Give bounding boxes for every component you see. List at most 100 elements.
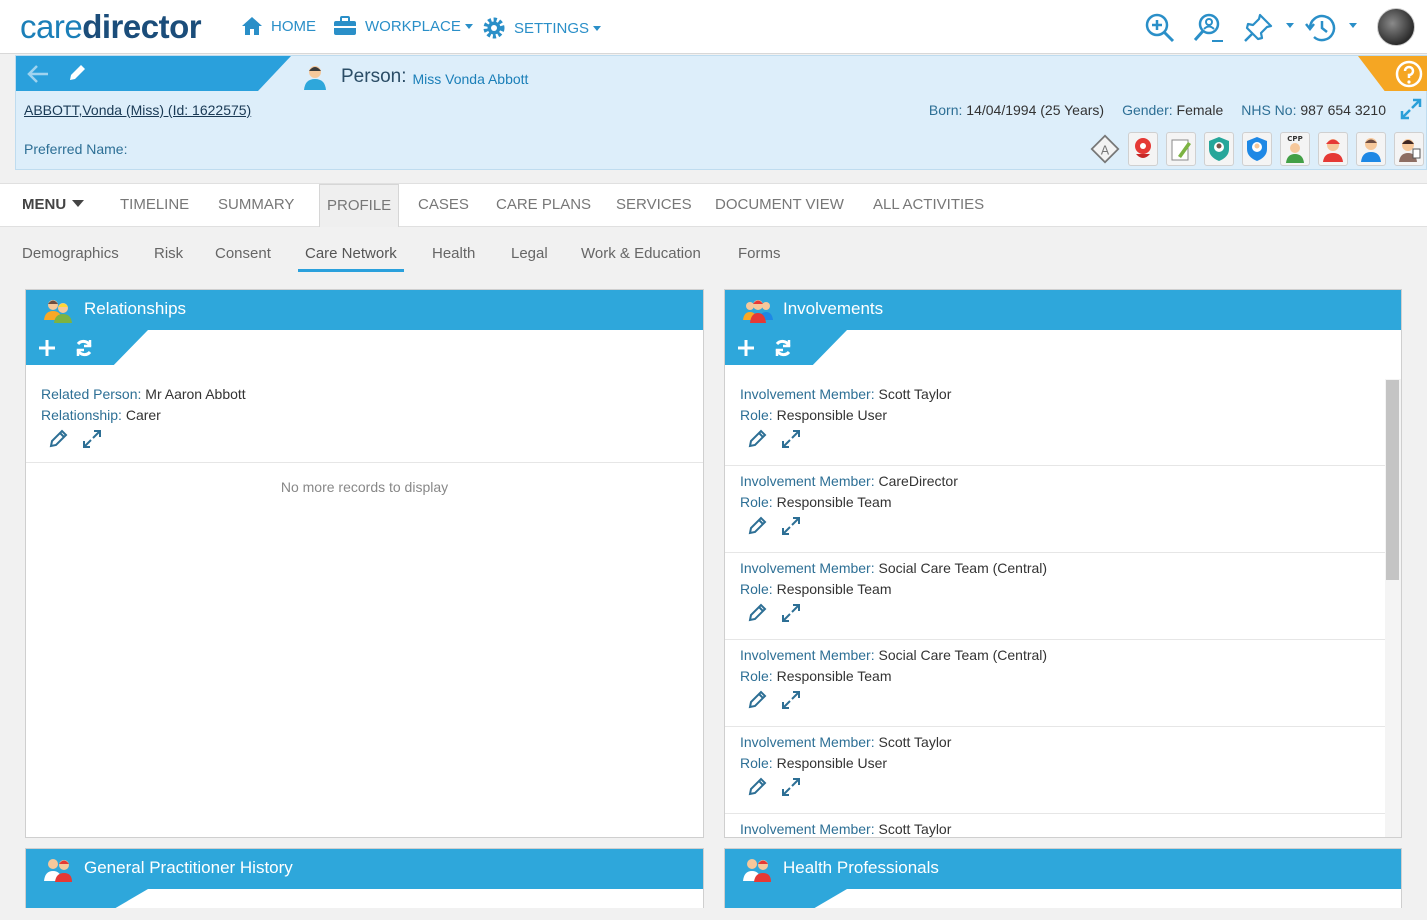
back-arrow-icon[interactable] — [27, 64, 49, 84]
gear-icon — [483, 17, 505, 39]
nav-workplace[interactable]: WORKPLACE — [333, 16, 473, 36]
expand-icon[interactable] — [781, 603, 801, 623]
tab-cases[interactable]: CASES — [418, 184, 469, 227]
tab-summary[interactable]: SUMMARY — [218, 184, 294, 227]
carer-icon[interactable] — [1356, 132, 1386, 166]
health-professionals-icon — [743, 859, 771, 882]
relationships-icon — [44, 300, 72, 323]
nav-settings[interactable]: SETTINGS — [482, 16, 602, 40]
involvement-member-value: Social Care Team (Central) — [878, 560, 1048, 576]
role-label: Role: — [740, 755, 773, 771]
menu-dropdown[interactable]: MENU — [22, 184, 85, 227]
add-icon[interactable] — [736, 338, 756, 358]
edit-pencil-icon[interactable] — [48, 429, 68, 449]
expand-icon[interactable] — [781, 690, 801, 710]
health-professionals-title: Health Professionals — [783, 858, 939, 877]
gp-history-title: General Practitioner History — [84, 858, 293, 877]
edit-pencil-icon[interactable] — [747, 603, 767, 623]
expand-icon[interactable] — [781, 429, 801, 449]
recent-history-icon[interactable] — [1304, 12, 1338, 44]
user-avatar[interactable] — [1377, 8, 1415, 46]
subtab-risk[interactable]: Risk — [154, 245, 183, 262]
allergy-alert-icon[interactable]: A — [1090, 132, 1120, 166]
alert-pin-icon[interactable] — [1128, 132, 1158, 166]
relationships-title: Relationships — [84, 299, 187, 318]
person-title-label: Person: — [341, 66, 407, 87]
tab-care-plans[interactable]: CARE PLANS — [496, 184, 591, 227]
relationship-value: Carer — [125, 407, 161, 423]
preferred-name-label: Preferred Name: — [24, 141, 128, 157]
expand-header-icon[interactable] — [1400, 98, 1422, 120]
pin-icon[interactable] — [1242, 12, 1274, 44]
subtab-demographics[interactable]: Demographics — [22, 245, 119, 262]
role-value: Responsible Team — [776, 581, 892, 597]
gender-label: Gender: — [1122, 102, 1173, 118]
subtab-forms[interactable]: Forms — [738, 245, 781, 262]
gp-history-header: General Practitioner History — [26, 849, 703, 889]
edit-pencil-icon[interactable] — [747, 690, 767, 710]
nav-home[interactable]: HOME — [241, 16, 316, 36]
alert-icons-row: A CPP — [1090, 132, 1424, 166]
person-alert-icon[interactable] — [1318, 132, 1348, 166]
tab-timeline[interactable]: TIMELINE — [120, 184, 189, 227]
subtab-health[interactable]: Health — [432, 245, 475, 262]
zoom-in-icon[interactable] — [1144, 12, 1176, 44]
gp-history-panel: General Practitioner History — [25, 848, 704, 908]
role-label: Role: — [740, 494, 773, 510]
involvements-scrollbar[interactable] — [1385, 379, 1401, 837]
tab-all-activities[interactable]: ALL ACTIVITIES — [873, 184, 984, 227]
tab-document-view[interactable]: DOCUMENT VIEW — [715, 184, 844, 227]
subtab-consent[interactable]: Consent — [215, 245, 271, 262]
involvement-member-value: CareDirector — [878, 473, 958, 489]
tab-services[interactable]: SERVICES — [616, 184, 692, 227]
cpp-text: CPP — [1287, 135, 1302, 143]
edit-pencil-icon[interactable] — [747, 777, 767, 797]
scrollbar-thumb[interactable] — [1386, 380, 1399, 580]
chevron-down-icon[interactable] — [1349, 23, 1357, 28]
refresh-icon[interactable] — [74, 338, 94, 358]
cpp-icon[interactable]: CPP — [1280, 132, 1310, 166]
involvement-member-value: Scott Taylor — [878, 734, 952, 750]
involvement-record: Involvement Member: Scott Taylor Role: R… — [725, 727, 1385, 814]
tab-profile[interactable]: PROFILE — [319, 184, 400, 227]
born-field: Born: 14/04/1994 (25 Years) — [929, 102, 1104, 118]
refresh-icon[interactable] — [773, 338, 793, 358]
related-person-value: Mr Aaron Abbott — [145, 386, 246, 402]
involvement-record: Involvement Member: Scott Taylor — [725, 814, 1385, 837]
expand-icon[interactable] — [781, 516, 801, 536]
help-question-icon[interactable] — [1395, 60, 1423, 88]
subtab-care-network[interactable]: Care Network — [298, 245, 404, 272]
involvement-member-value: Scott Taylor — [878, 386, 952, 402]
nhs-field: NHS No: 987 654 3210 — [1241, 102, 1386, 118]
edit-pencil-icon[interactable] — [747, 429, 767, 449]
nav-home-label: HOME — [271, 17, 316, 35]
caredirector-logo[interactable]: caredirector — [20, 8, 202, 46]
chevron-down-icon[interactable] — [1286, 23, 1294, 28]
notes-icon[interactable] — [1166, 132, 1196, 166]
edit-pencil-icon[interactable] — [67, 63, 87, 83]
svg-text:A: A — [1101, 143, 1110, 157]
involvement-record: Involvement Member: Social Care Team (Ce… — [725, 553, 1385, 640]
subtab-legal[interactable]: Legal — [511, 245, 548, 262]
edit-pencil-icon[interactable] — [747, 516, 767, 536]
professional-icon[interactable] — [1394, 132, 1424, 166]
protection-shield-icon[interactable] — [1242, 132, 1272, 166]
involvements-header: Involvements — [725, 290, 1401, 330]
main-tabs: MENU TIMELINE SUMMARY PROFILE CASES CARE… — [0, 183, 1427, 227]
advanced-search-icon[interactable] — [1192, 12, 1224, 44]
person-id-link[interactable]: ABBOTT,Vonda (Miss) (Id: 1622575) — [24, 102, 251, 118]
subtab-work-education[interactable]: Work & Education — [581, 245, 701, 262]
expand-icon[interactable] — [82, 429, 102, 449]
add-icon[interactable] — [37, 338, 57, 358]
gp-history-toolbar — [26, 889, 148, 908]
person-banner: Person: Miss Vonda Abbott ABBOTT,Vonda (… — [15, 55, 1427, 170]
expand-icon[interactable] — [781, 777, 801, 797]
person-banner-toolbar: Person: Miss Vonda Abbott — [16, 56, 1427, 91]
safeguarding-shield-icon[interactable] — [1204, 132, 1234, 166]
person-actions-strip — [16, 56, 291, 91]
born-label: Born: — [928, 102, 963, 118]
person-title: Person: Miss Vonda Abbott — [301, 63, 528, 91]
involvement-member-label: Involvement Member: — [740, 473, 875, 489]
profile-subtabs: Demographics Risk Consent Care Network H… — [0, 240, 1427, 274]
involvement-record: Involvement Member: Social Care Team (Ce… — [725, 640, 1385, 727]
